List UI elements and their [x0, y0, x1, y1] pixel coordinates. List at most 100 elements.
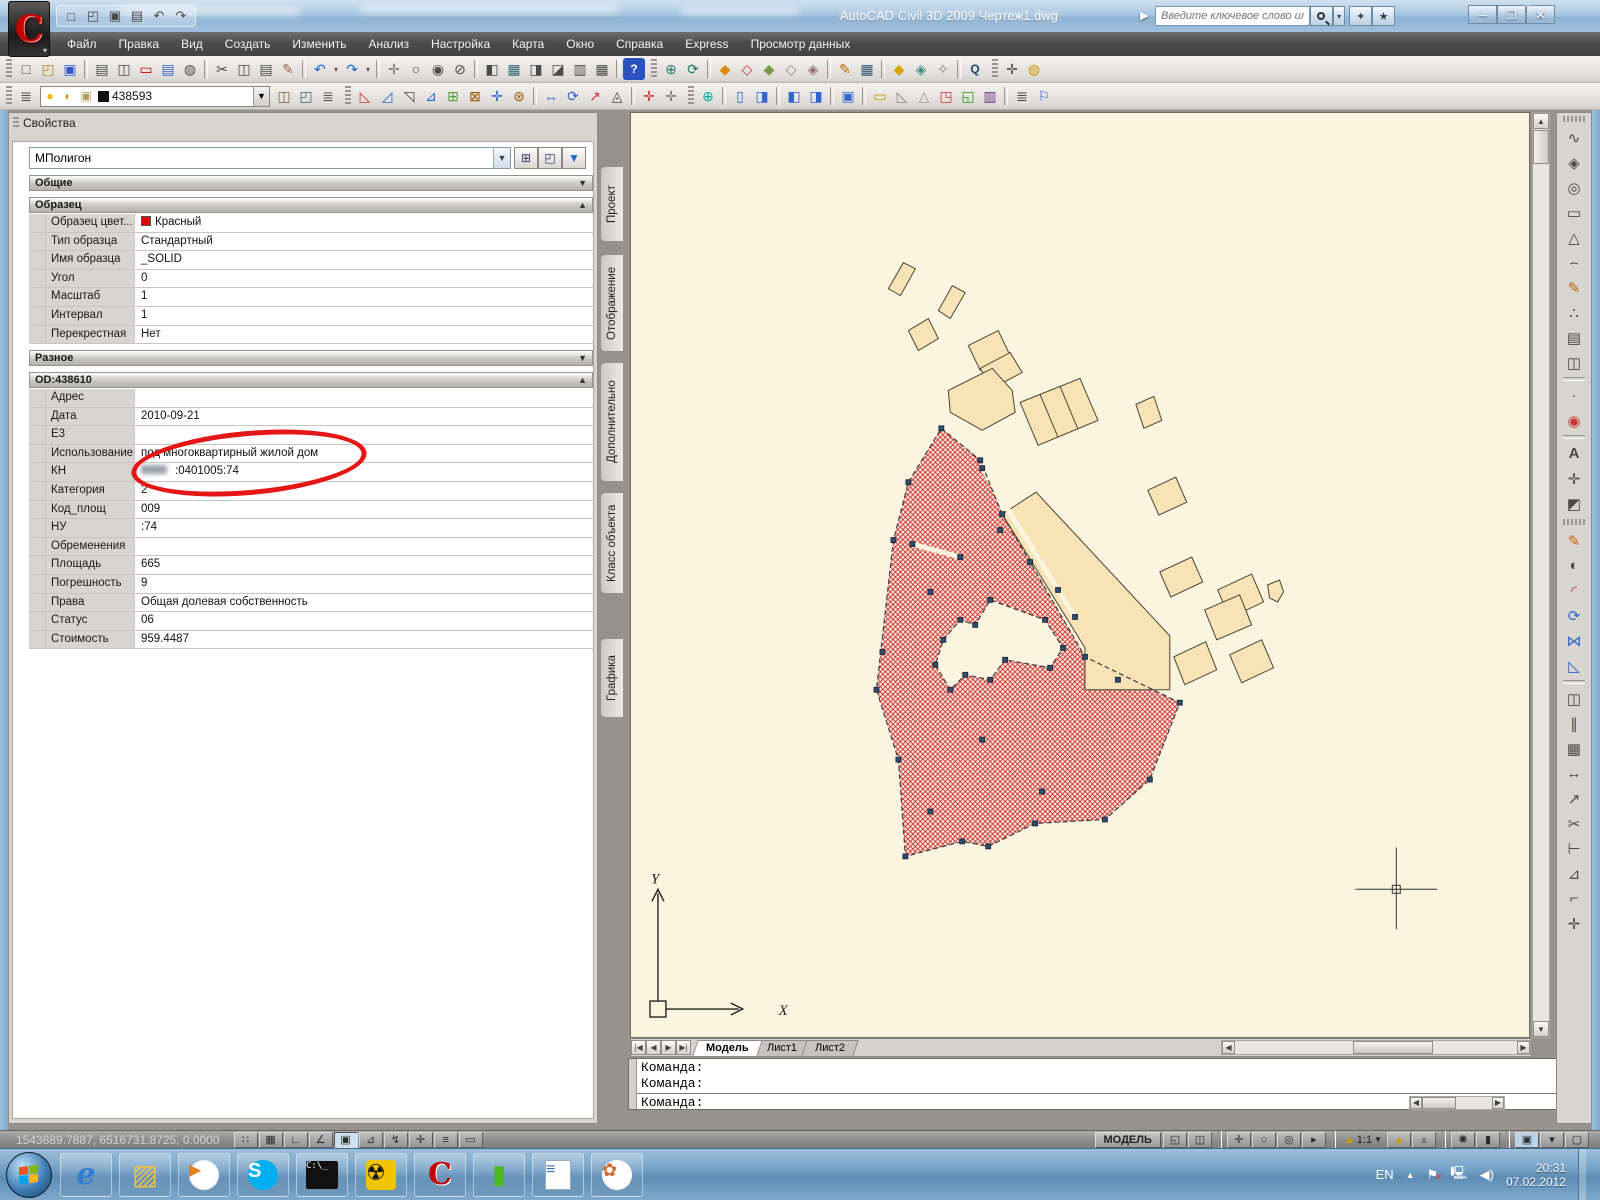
apportion-icon[interactable]: ◬ [606, 85, 628, 107]
new-icon[interactable]: □ [15, 58, 37, 80]
grip-point[interactable] [1040, 789, 1045, 794]
application-menu-button[interactable]: C ▾ [8, 1, 50, 57]
properties-palette-icon[interactable]: ◧ [481, 58, 503, 80]
qat-new-icon[interactable]: □ [61, 6, 81, 26]
scrollbar-thum b[interactable] [1533, 130, 1549, 164]
property-value[interactable] [135, 426, 593, 444]
search-input[interactable] [1155, 6, 1310, 26]
search-icon[interactable] [1310, 6, 1333, 26]
layer-color-swatch[interactable] [98, 91, 109, 102]
ducs-toggle[interactable]: ↯ [384, 1132, 408, 1148]
palette-grip[interactable] [13, 117, 19, 129]
save-icon[interactable]: ▣ [59, 58, 81, 80]
geodetic-ruler-icon[interactable]: ◍ [1023, 58, 1045, 80]
taskbar-radiation-icon[interactable]: ☢ [355, 1153, 407, 1197]
command-window[interactable]: Команда: Команда: ▲ ▼ Команда: ◀ ▶ [628, 1058, 1592, 1110]
tag-icon[interactable]: ◩ [1561, 491, 1587, 516]
volume-icon[interactable]: ◀) [1480, 1167, 1494, 1183]
building-polygon[interactable] [1160, 557, 1203, 597]
scrollbar-thumb[interactable] [1422, 1097, 1456, 1109]
toolbar-toggle-icon[interactable]: ▣ [1515, 1132, 1539, 1148]
qat-save-icon[interactable]: ▣ [105, 6, 125, 26]
print-icon[interactable]: ▤ [91, 58, 113, 80]
publish-icon[interactable]: ▤ [157, 58, 179, 80]
point-icon[interactable]: · [1561, 383, 1587, 408]
snap-toggle[interactable]: ∷ [234, 1132, 258, 1148]
chamfer-icon[interactable]: ◺ [1561, 653, 1587, 678]
sheetset-manager-icon[interactable]: ◪ [547, 58, 569, 80]
grip-point[interactable] [980, 466, 985, 471]
status-dropdown-icon[interactable]: ▾ [1540, 1132, 1564, 1148]
building-polygon[interactable] [1174, 642, 1217, 685]
qat-undo-icon[interactable]: ↶ [149, 6, 169, 26]
menu-analyze[interactable]: Анализ [358, 33, 421, 55]
object-type-dropdown-icon[interactable]: ▼ [493, 148, 510, 168]
setsquare-icon[interactable]: ◺ [891, 85, 913, 107]
property-row[interactable]: Стоимость 959.4487 [29, 631, 593, 650]
collapse-icon[interactable]: ▼ [578, 353, 587, 363]
model-space-toggle[interactable]: ▭ [459, 1132, 483, 1148]
extend-icon[interactable]: ⊢ [1561, 836, 1587, 861]
array-icon[interactable]: ▦ [1561, 736, 1587, 761]
menu-help[interactable]: Справка [605, 33, 674, 55]
style-book-icon[interactable]: ▥ [979, 85, 1001, 107]
zoom-window-icon[interactable]: ◉ [427, 58, 449, 80]
property-row[interactable]: Обременения [29, 538, 593, 557]
property-row[interactable]: Использование под многоквартирный жилой … [29, 445, 593, 464]
toolbar-grip[interactable] [1563, 519, 1585, 525]
layout-icon[interactable]: ◱ [1163, 1132, 1187, 1148]
quickcalc-icon[interactable]: ▦ [591, 58, 613, 80]
grip-point[interactable] [933, 662, 938, 667]
property-value[interactable]: под многоквартирный жилой дом [135, 445, 593, 463]
zoom-realtime-icon[interactable]: ○ [405, 58, 427, 80]
grip-point[interactable] [874, 687, 879, 692]
hidden-icons-arrow[interactable]: ▲ [1406, 1170, 1415, 1180]
toolbar-grip[interactable] [992, 59, 998, 79]
tab-additional[interactable]: Дополнительно [600, 362, 623, 482]
show-desktop-button[interactable] [1578, 1149, 1586, 1200]
grip-point[interactable] [1102, 817, 1107, 822]
menu-window[interactable]: Окно [555, 33, 605, 55]
zoom-previous-icon[interactable]: ⊘ [449, 58, 471, 80]
station-icon[interactable]: ⊕ [697, 85, 719, 107]
property-row[interactable]: Интервал 1 [29, 307, 593, 326]
grip-point[interactable] [1082, 654, 1087, 659]
property-row[interactable]: Тип образца Стандартный [29, 233, 593, 252]
trim-icon[interactable]: ✂ [1561, 811, 1587, 836]
db-refresh-icon[interactable]: ⟳ [682, 58, 704, 80]
toolbar-grip[interactable] [6, 86, 12, 106]
grip-point[interactable] [980, 737, 985, 742]
toolbar-grip[interactable] [6, 59, 12, 79]
property-row[interactable]: Перекрестная Нет [29, 326, 593, 345]
etransmit-icon[interactable]: ◍ [179, 58, 201, 80]
break-point-icon[interactable]: ⊿ [1561, 861, 1587, 886]
annotation-visibility-icon[interactable]: ▲ [1387, 1132, 1411, 1148]
layer-combo[interactable]: ● ◐ ▣ 438593 ▼ [40, 86, 270, 107]
break-icon[interactable]: ⊿ [420, 85, 442, 107]
lock-icon[interactable]: ▮ [1476, 1132, 1500, 1148]
copy-shapes-icon[interactable]: ◫ [1561, 350, 1587, 375]
db-connect-icon[interactable]: ⊕ [660, 58, 682, 80]
polyline-edit-icon[interactable]: ◿ [376, 85, 398, 107]
point-style-icon[interactable]: ◉ [1561, 408, 1587, 433]
property-row[interactable]: Права Общая долевая собственность [29, 594, 593, 613]
palette-title-bar[interactable]: Свойства [9, 113, 597, 133]
doc-close-button[interactable]: ✕ [1541, 4, 1550, 17]
cleanup-icon[interactable]: ⊠ [464, 85, 486, 107]
property-value[interactable]: Красный [135, 214, 593, 232]
property-value[interactable]: 1 [135, 288, 593, 306]
annotation-scale-control[interactable]: ▲ 1:1 ▼ [1341, 1134, 1385, 1146]
polyline-icon[interactable]: ∿ [1561, 125, 1587, 150]
report-list-icon[interactable]: ≣ [1011, 85, 1033, 107]
grip-point[interactable] [906, 480, 911, 485]
clean-screen-icon[interactable]: ▢ [1565, 1132, 1589, 1148]
ruler-icon[interactable]: ▭ [869, 85, 891, 107]
property-value[interactable]: 0 [135, 270, 593, 288]
grip-point[interactable] [1061, 645, 1066, 650]
grip-point[interactable] [1000, 512, 1005, 517]
text-icon[interactable]: A [1561, 441, 1587, 466]
open-icon[interactable]: ◰ [37, 58, 59, 80]
tab-nav-button[interactable]: ◀ [646, 1040, 661, 1055]
drawing-canvas[interactable]: Y X [630, 112, 1530, 1038]
grip-point[interactable] [928, 809, 933, 814]
